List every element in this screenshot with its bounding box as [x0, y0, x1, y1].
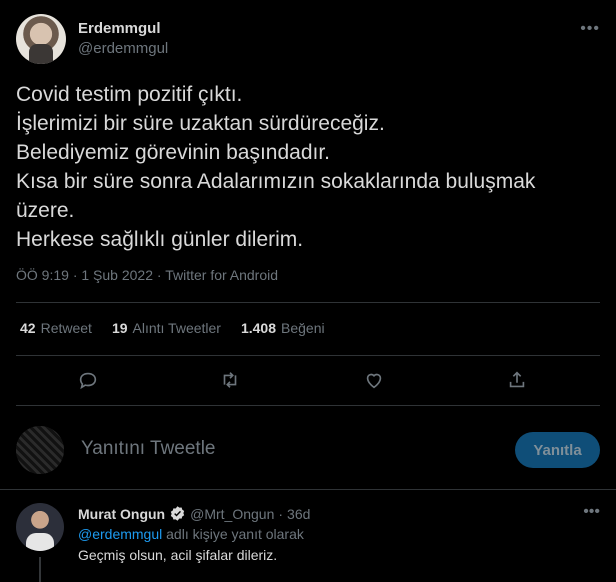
divider [16, 355, 600, 356]
retweet-count-label: Retweet [40, 320, 92, 336]
reply-input[interactable]: Yanıtını Tweetle [81, 438, 216, 460]
meta-separator: · [156, 267, 162, 283]
tweet-line: İşlerimizi bir süre uzaktan sürdüreceğiz… [16, 112, 385, 135]
more-horizontal-icon[interactable]: ••• [580, 20, 600, 38]
tweet-header: Erdemmgul @erdemmgul ••• [16, 12, 600, 64]
divider [16, 302, 600, 303]
tweet-meta: ÖÖ 9:19 · 1 Şub 2022 · Twitter for Andro… [16, 267, 278, 283]
tweet-source[interactable]: Twitter for Android [165, 267, 278, 283]
reply-text: Geçmiş olsun, acil şifalar dileriz. [78, 547, 278, 563]
replying-suffix: adlı kişiye yanıt olarak [162, 526, 304, 542]
tweet-time[interactable]: ÖÖ 9:19 [16, 267, 69, 283]
reply-button[interactable]: Yanıtla [515, 432, 600, 468]
like-icon[interactable] [360, 366, 388, 394]
reply-composer: Yanıtını Tweetle Yanıtla [16, 420, 600, 478]
reply-tweet[interactable]: Murat Ongun @Mrt_Ongun · 36d ••• @erdemm… [16, 495, 600, 582]
quote-count-label: Alıntı Tweetler [132, 320, 221, 336]
tweet-line: Kısa bir süre sonra Adalarımızın sokakla… [16, 170, 536, 193]
tweet-line: Belediyemiz görevinin başındadır. [16, 141, 331, 164]
reply-author-avatar[interactable] [16, 503, 64, 551]
replying-mention-link[interactable]: @erdemmgul [78, 526, 162, 542]
reply-icon[interactable] [74, 366, 102, 394]
tweet-line: Herkese sağlıklı günler dilerim. [16, 228, 304, 251]
reply-author-name[interactable]: Murat Ongun [78, 506, 165, 522]
tweet-line: üzere. [16, 199, 75, 222]
meta-separator: · [72, 267, 78, 283]
author-avatar[interactable] [16, 14, 66, 64]
tweet-text: Covid testim pozitif çıktı. İşlerimizi b… [16, 80, 606, 254]
author-name[interactable]: Erdemmgul [78, 20, 161, 37]
more-horizontal-icon[interactable]: ••• [583, 503, 600, 521]
reply-separator: · [278, 505, 284, 522]
author-handle[interactable]: @erdemmgul [78, 40, 168, 57]
tweet-date[interactable]: 1 Şub 2022 [81, 267, 153, 283]
thread-line [39, 557, 41, 582]
replying-to: @erdemmgul adlı kişiye yanıt olarak [78, 526, 304, 542]
retweet-count-value: 42 [20, 320, 36, 336]
like-count[interactable]: 1.408 Beğeni [241, 320, 325, 336]
divider [0, 489, 616, 490]
like-count-label: Beğeni [281, 320, 325, 336]
reply-header: Murat Ongun @Mrt_Ongun · 36d [78, 505, 310, 522]
retweet-icon[interactable] [216, 366, 244, 394]
tweet-detail-view: Erdemmgul @erdemmgul ••• Covid testim po… [0, 0, 616, 582]
like-count-value: 1.408 [240, 320, 277, 336]
tweet-stats: 42 Retweet 19 Alıntı Tweetler 1.408 Beğe… [20, 320, 325, 336]
share-icon[interactable] [503, 366, 531, 394]
tweet-actions [0, 366, 616, 394]
quote-count-value: 19 [111, 320, 128, 336]
divider [16, 405, 600, 406]
quote-count[interactable]: 19 Alıntı Tweetler [112, 320, 221, 336]
verified-badge-icon [170, 506, 185, 521]
tweet-line: Covid testim pozitif çıktı. [16, 83, 243, 106]
reply-time[interactable]: 36d [287, 506, 310, 522]
retweet-count[interactable]: 42 Retweet [20, 320, 92, 336]
user-avatar[interactable] [16, 426, 64, 474]
reply-author-handle[interactable]: @Mrt_Ongun [190, 506, 274, 522]
